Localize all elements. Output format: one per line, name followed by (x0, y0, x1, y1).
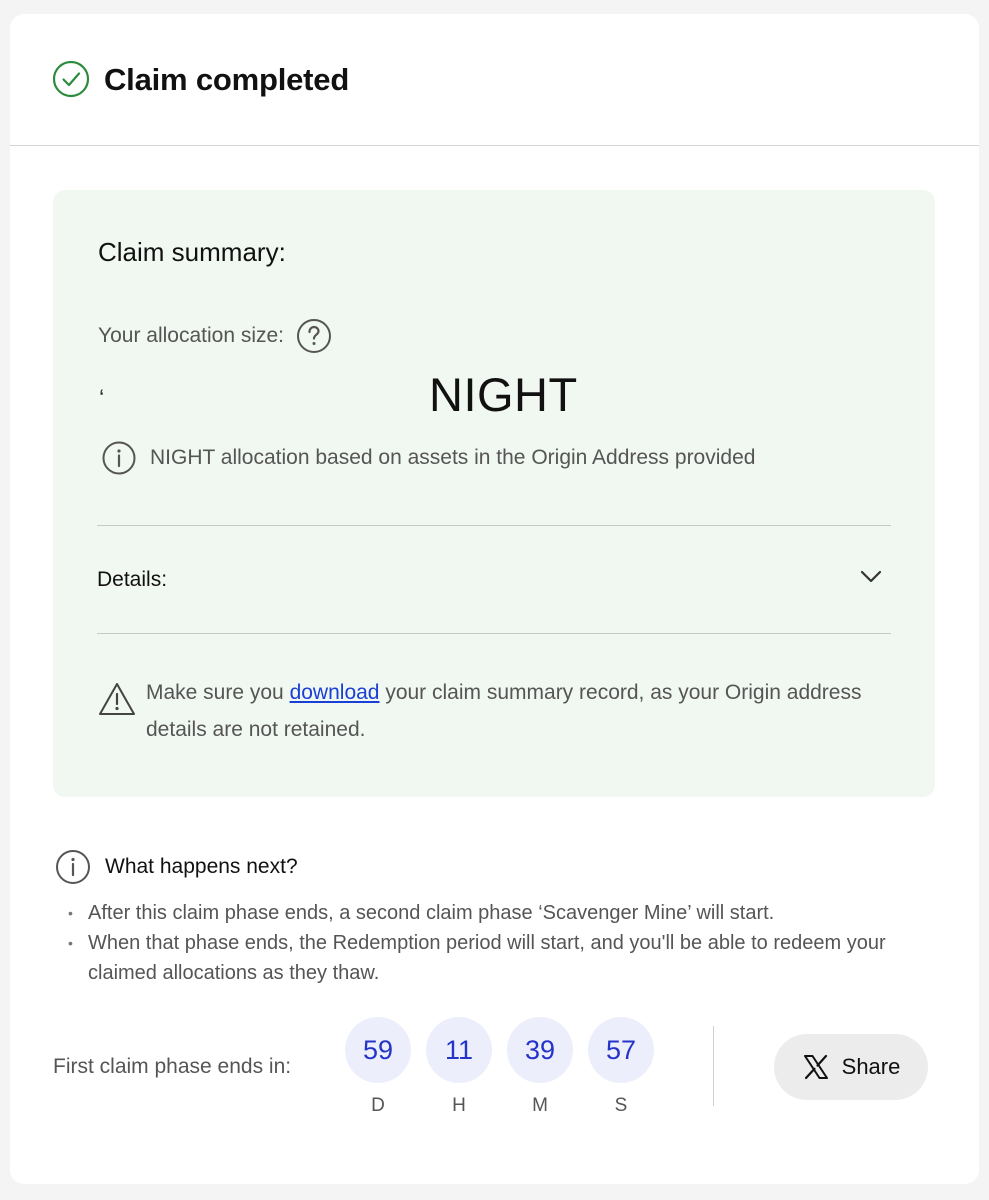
countdown-hours-value: 11 (426, 1017, 492, 1083)
warning-text-start: Make sure you (146, 681, 290, 704)
countdown-days-value: 59 (345, 1017, 411, 1083)
countdown-label: First claim phase ends in: (53, 1055, 292, 1078)
countdown-days-unit: D (371, 1095, 385, 1116)
details-toggle[interactable]: Details: (97, 526, 891, 634)
countdown-days: 59 D (345, 1017, 411, 1117)
countdown-minutes-value: 39 (507, 1017, 573, 1083)
allocation-unit: NIGHT (429, 368, 578, 421)
countdown-seconds: 57 S (588, 1017, 654, 1117)
warning-text: Make sure you download your claim summar… (146, 674, 878, 748)
share-label: Share (841, 1054, 901, 1079)
check-circle-icon (52, 60, 90, 98)
allocation-value: ‘ (99, 385, 105, 412)
allocation-info-row: NIGHT allocation based on assets in the … (102, 441, 755, 475)
page-title: Claim completed (104, 61, 350, 97)
allocation-label-row: Your allocation size: (98, 318, 332, 354)
countdown-hours-unit: H (452, 1095, 466, 1116)
allocation-info-text: NIGHT allocation based on assets in the … (150, 446, 756, 469)
download-link[interactable]: download (290, 681, 380, 704)
summary-title: Claim summary: (98, 237, 286, 267)
divider (97, 633, 891, 634)
list-item: When that phase ends, the Redemption per… (66, 928, 926, 988)
help-circle-icon[interactable] (296, 318, 332, 354)
warning-triangle-icon (98, 681, 136, 717)
download-warning: Make sure you download your claim summar… (98, 681, 878, 748)
list-item: After this claim phase ends, a second cl… (66, 898, 926, 928)
countdown-seconds-value: 57 (588, 1017, 654, 1083)
info-icon (102, 441, 136, 475)
next-steps-list: After this claim phase ends, a second cl… (66, 898, 926, 988)
info-icon (55, 849, 91, 885)
card-header: Claim completed (10, 14, 979, 146)
claim-card: Claim completed Claim summary: Your allo… (10, 14, 979, 1184)
x-logo-icon (802, 1053, 830, 1081)
vertical-divider (713, 1026, 714, 1106)
countdown-seconds-unit: S (614, 1095, 628, 1116)
countdown-minutes-unit: M (532, 1095, 548, 1116)
claim-summary-panel: Claim summary: Your allocation size: ‘ N… (53, 190, 935, 797)
chevron-down-icon[interactable] (857, 562, 885, 590)
countdown-hours: 11 H (426, 1017, 492, 1117)
details-label: Details: (97, 568, 168, 591)
countdown-minutes: 39 M (507, 1017, 573, 1117)
allocation-label: Your allocation size: (98, 324, 285, 347)
share-button[interactable]: Share (774, 1034, 928, 1100)
next-steps-header: What happens next? (55, 849, 298, 885)
next-steps-title: What happens next? (105, 855, 298, 878)
